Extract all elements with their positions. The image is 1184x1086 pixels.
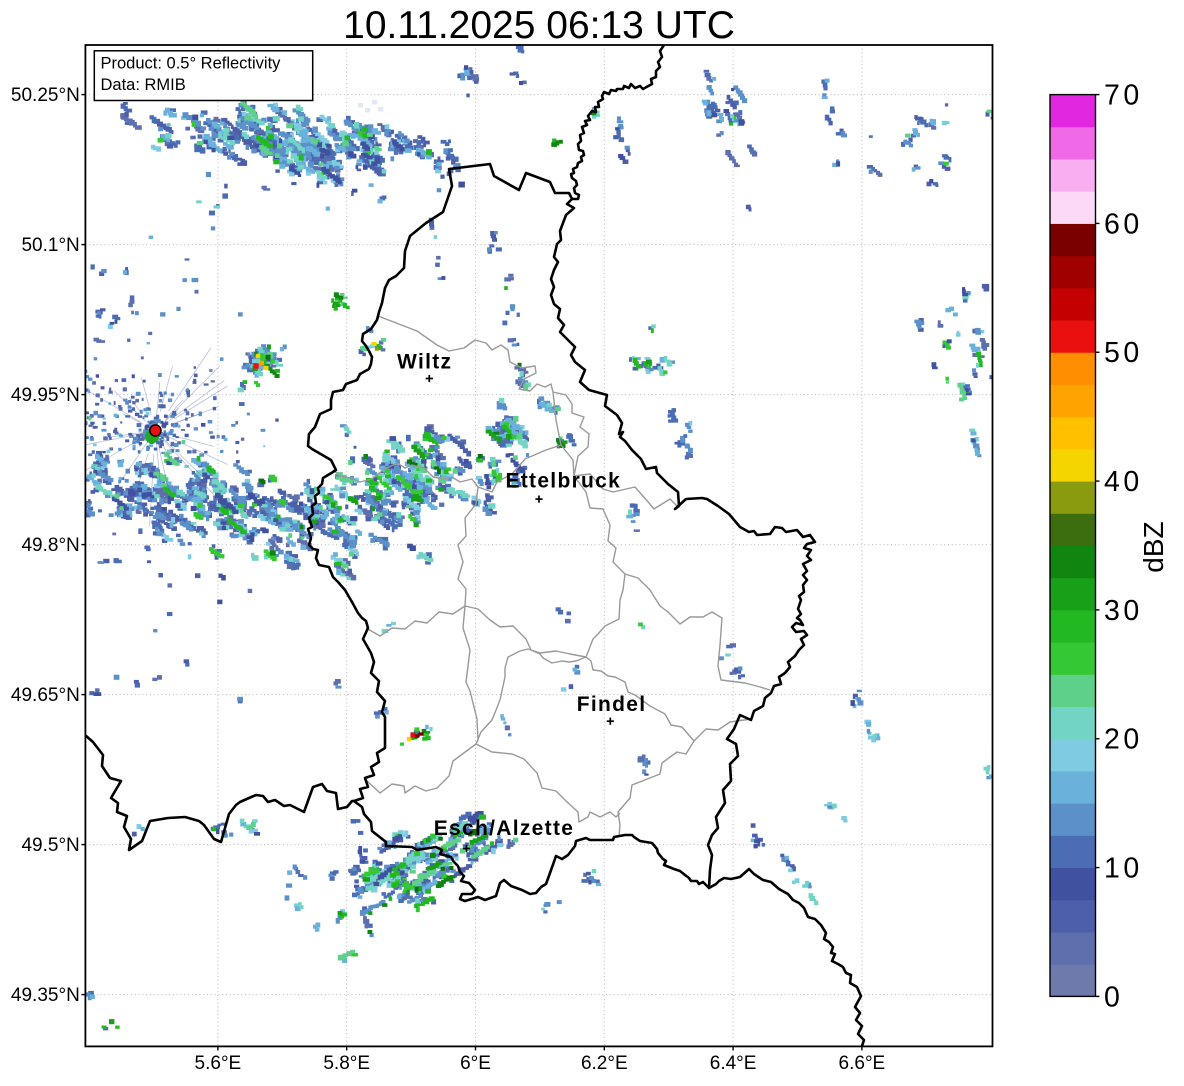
svg-text:6°E: 6°E <box>460 1053 491 1074</box>
svg-text:0: 0 <box>1104 981 1123 1013</box>
svg-text:49.95°N: 49.95°N <box>11 385 80 406</box>
svg-text:Esch/Alzette: Esch/Alzette <box>434 817 574 840</box>
svg-text:49.35°N: 49.35°N <box>11 985 80 1006</box>
svg-text:Product: 0.5° Reflectivity: Product: 0.5° Reflectivity <box>101 55 282 73</box>
svg-text:70: 70 <box>1104 80 1143 112</box>
svg-text:6.2°E: 6.2°E <box>581 1053 628 1074</box>
svg-text:10: 10 <box>1104 852 1143 884</box>
svg-text:30: 30 <box>1104 595 1143 627</box>
svg-text:Ettelbruck: Ettelbruck <box>505 470 621 493</box>
svg-text:49.65°N: 49.65°N <box>11 685 80 706</box>
svg-text:49.5°N: 49.5°N <box>21 835 79 856</box>
svg-text:5.6°E: 5.6°E <box>195 1053 242 1074</box>
svg-text:6.4°E: 6.4°E <box>710 1053 757 1074</box>
svg-text:40: 40 <box>1104 466 1143 498</box>
svg-text:10.11.2025 06:13 UTC: 10.11.2025 06:13 UTC <box>343 4 735 47</box>
svg-text:60: 60 <box>1104 208 1143 240</box>
svg-text:Data: RMIB: Data: RMIB <box>101 76 186 94</box>
svg-text:Wiltz: Wiltz <box>397 350 452 373</box>
svg-text:6.6°E: 6.6°E <box>839 1053 886 1074</box>
svg-text:50: 50 <box>1104 337 1143 369</box>
svg-text:20: 20 <box>1104 724 1143 756</box>
svg-text:49.8°N: 49.8°N <box>21 535 79 556</box>
svg-text:5.8°E: 5.8°E <box>323 1053 370 1074</box>
svg-text:dBZ: dBZ <box>1138 521 1169 572</box>
svg-text:50.25°N: 50.25°N <box>11 85 80 106</box>
svg-text:50.1°N: 50.1°N <box>21 235 79 256</box>
svg-text:Findel: Findel <box>577 693 647 716</box>
